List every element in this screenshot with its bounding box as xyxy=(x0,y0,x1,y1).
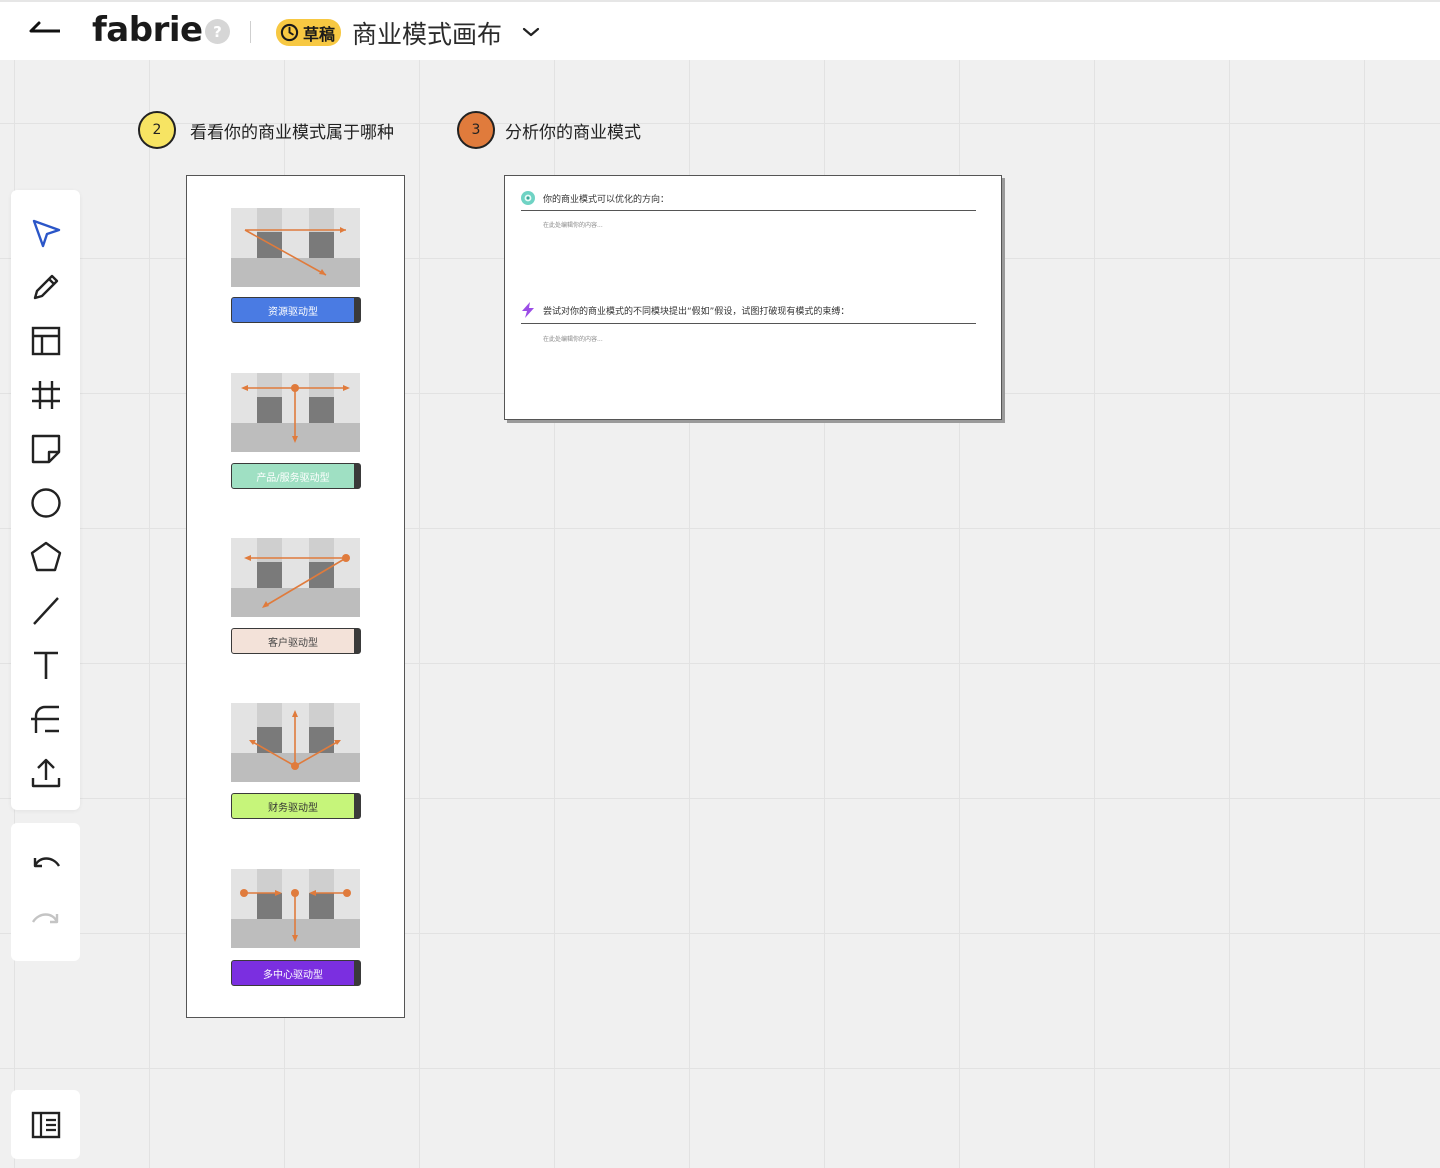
model-types-card[interactable]: 资源驱动型 产品/服务驱动型 客户驱动型 财务驱动型 多中心驱动型 xyxy=(186,175,405,1018)
divider xyxy=(521,323,976,324)
help-icon[interactable]: ? xyxy=(205,19,230,44)
chevron-down-icon[interactable] xyxy=(521,24,541,40)
layout-icon[interactable] xyxy=(28,323,64,359)
divider xyxy=(250,21,251,43)
multi-center-driven-diagram xyxy=(231,869,360,948)
step-2-header: 2 看看你的商业模式属于哪种 xyxy=(138,111,394,149)
optimize-question: 你的商业模式可以优化的方向： xyxy=(543,194,670,205)
product-service-driven-diagram xyxy=(231,373,360,452)
step-number: 2 xyxy=(138,111,176,149)
analysis-card[interactable]: 你的商业模式可以优化的方向： 在此处编辑你的内容... 尝试对你的商业模式的不同… xyxy=(504,175,1002,420)
divider xyxy=(521,210,976,211)
clock-icon xyxy=(280,23,299,42)
resource-driven-button[interactable]: 资源驱动型 xyxy=(231,297,361,323)
upload-icon[interactable] xyxy=(28,755,64,791)
tool-panel xyxy=(11,190,80,810)
lightning-icon xyxy=(522,302,534,318)
panel-toggle-button[interactable] xyxy=(11,1090,80,1159)
multi-center-driven-button[interactable]: 多中心驱动型 xyxy=(231,960,361,986)
app-logo[interactable]: fabrie xyxy=(92,10,203,50)
finance-driven-diagram xyxy=(231,703,360,782)
top-bar: fabrie ? 草稿 商业模式画布 xyxy=(0,0,1440,60)
hypothesis-answer-placeholder[interactable]: 在此处编辑你的内容... xyxy=(543,334,603,343)
connector-icon[interactable] xyxy=(28,701,64,737)
line-icon[interactable] xyxy=(28,593,64,629)
redo-icon[interactable] xyxy=(28,901,64,937)
draft-badge-label: 草稿 xyxy=(303,24,336,44)
pentagon-icon[interactable] xyxy=(28,539,64,575)
pencil-icon[interactable] xyxy=(28,269,64,305)
step-title: 看看你的商业模式属于哪种 xyxy=(190,122,394,143)
hypothesis-question: 尝试对你的商业模式的不同模块提出“假如”假设，试图打破现有模式的束缚： xyxy=(543,306,850,317)
customer-driven-button[interactable]: 客户驱动型 xyxy=(231,628,361,654)
sidebar-panel-icon xyxy=(28,1107,64,1143)
back-arrow-icon[interactable] xyxy=(28,18,62,44)
optimize-answer-placeholder[interactable]: 在此处编辑你的内容... xyxy=(543,220,603,229)
product-service-driven-button[interactable]: 产品/服务驱动型 xyxy=(231,463,361,489)
hypothesis-question-row: 尝试对你的商业模式的不同模块提出“假如”假设，试图打破现有模式的束缚： xyxy=(519,301,849,319)
select-arrow-icon[interactable] xyxy=(28,215,64,251)
customer-driven-diagram xyxy=(231,538,360,617)
optimize-question-row: 你的商业模式可以优化的方向： xyxy=(519,190,669,206)
finance-driven-button[interactable]: 财务驱动型 xyxy=(231,793,361,819)
step-title: 分析你的商业模式 xyxy=(505,122,641,143)
sticky-note-icon[interactable] xyxy=(28,431,64,467)
text-icon[interactable] xyxy=(28,647,64,683)
document-title[interactable]: 商业模式画布 xyxy=(352,15,502,51)
globe-icon xyxy=(521,191,535,205)
step-3-header: 3 分析你的商业模式 xyxy=(457,111,641,149)
step-number: 3 xyxy=(457,111,495,149)
undo-icon[interactable] xyxy=(28,845,64,881)
circle-icon[interactable] xyxy=(28,485,64,521)
history-panel xyxy=(11,823,80,961)
frame-icon[interactable] xyxy=(28,377,64,413)
draft-badge[interactable]: 草稿 xyxy=(276,19,342,46)
resource-driven-diagram xyxy=(231,208,360,287)
